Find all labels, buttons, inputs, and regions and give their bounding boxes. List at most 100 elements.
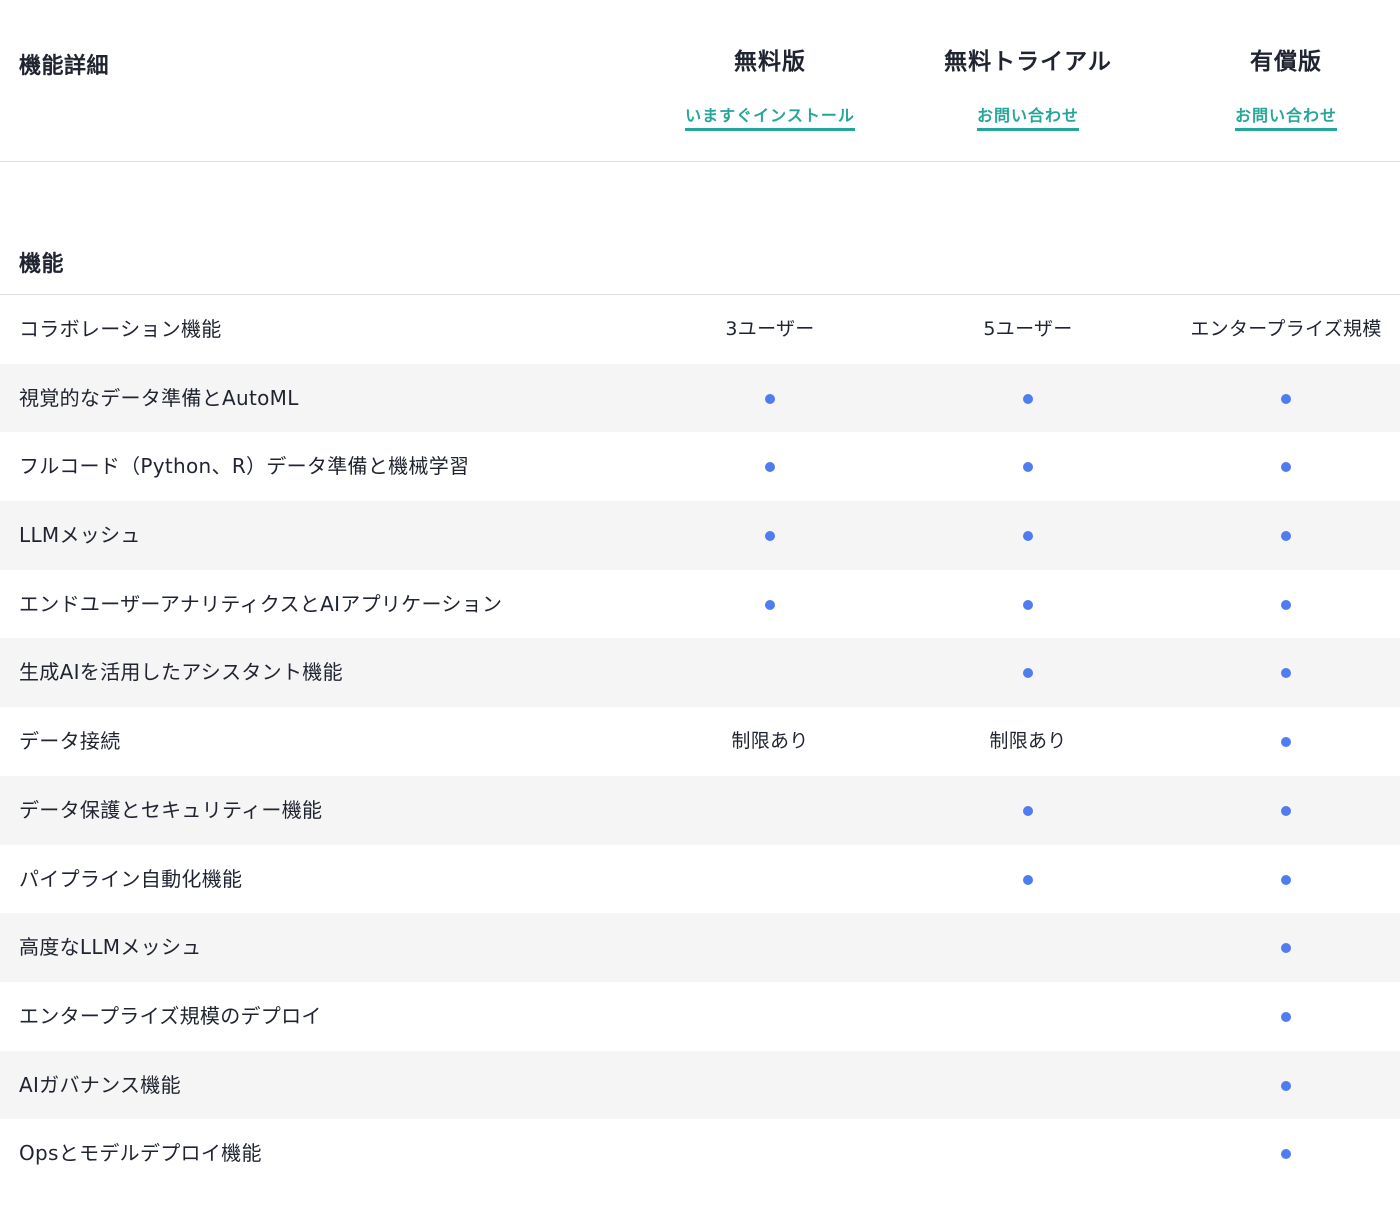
included-dot-icon: [1023, 874, 1033, 885]
feature-cell: [899, 501, 1157, 569]
feature-cell: [1157, 776, 1400, 844]
section-title: 機能: [19, 252, 65, 277]
feature-cell: [899, 776, 1157, 844]
feature-value: 5ユーザー: [983, 317, 1073, 340]
table-row: エンタープライズ規模のデプロイ: [0, 982, 1400, 1051]
table-header: 機能詳細 無料版 いますぐインストール 無料トライアル お問い合わせ 有償版 お…: [0, 0, 1400, 162]
table-row: 視覚的なデータ準備とAutoML: [0, 363, 1400, 433]
table-row: データ保護とセキュリティー機能: [0, 775, 1400, 845]
feature-cell: [1157, 707, 1400, 775]
included-dot-icon: [765, 393, 775, 404]
feature-cell: [899, 364, 1157, 432]
table-row: Opsとモデルデプロイ機能: [0, 1119, 1400, 1188]
feature-cell: [899, 1119, 1157, 1187]
included-dot-icon: [1023, 805, 1033, 816]
contact-link-paid[interactable]: お問い合わせ: [1234, 106, 1337, 131]
feature-cell: [1157, 982, 1400, 1050]
included-dot-icon: [1281, 462, 1291, 473]
included-dot-icon: [1281, 805, 1291, 816]
feature-cell: [1157, 570, 1400, 638]
feature-cell: [1157, 845, 1400, 913]
included-dot-icon: [1023, 531, 1033, 542]
comparison-table: 機能詳細 無料版 いますぐインストール 無料トライアル お問い合わせ 有償版 お…: [0, 0, 1400, 1188]
feature-cell: [899, 638, 1157, 706]
feature-value: 制限あり: [731, 729, 809, 752]
feature-cell: [1157, 501, 1400, 569]
included-dot-icon: [765, 531, 775, 542]
feature-cell: [899, 982, 1157, 1050]
feature-cell: [641, 501, 899, 569]
section-header: 機能: [0, 162, 1400, 295]
feature-cell: [1157, 638, 1400, 706]
feature-cell: [899, 845, 1157, 913]
included-dot-icon: [1281, 943, 1291, 954]
feature-cell: [899, 570, 1157, 638]
table-row: パイプライン自動化機能: [0, 845, 1400, 914]
feature-value: 3ユーザー: [725, 317, 815, 340]
feature-name: フルコード（Python、R）データ準備と機械学習: [19, 454, 470, 479]
feature-cell: [641, 638, 899, 706]
included-dot-icon: [1281, 531, 1291, 542]
feature-cell: [641, 432, 899, 500]
plan-column-trial: 無料トライアル お問い合わせ: [899, 46, 1157, 131]
feature-cell: [899, 913, 1157, 981]
feature-name: LLMメッシュ: [19, 523, 141, 548]
feature-cell: [641, 1051, 899, 1119]
feature-name: 視覚的なデータ準備とAutoML: [19, 385, 299, 410]
feature-name: パイプライン自動化機能: [19, 866, 243, 891]
included-dot-icon: [1281, 1080, 1291, 1091]
plan-name-trial: 無料トライアル: [944, 49, 1112, 75]
feature-name: コラボレーション機能: [19, 317, 222, 341]
table-row: フルコード（Python、R）データ準備と機械学習: [0, 432, 1400, 501]
feature-cell: [899, 432, 1157, 500]
included-dot-icon: [1281, 1149, 1291, 1160]
feature-name: 生成AIを活用したアシスタント機能: [19, 660, 343, 685]
feature-cell: [641, 982, 899, 1050]
feature-cell: 3ユーザー: [641, 295, 899, 363]
table-row: 生成AIを活用したアシスタント機能: [0, 638, 1400, 708]
included-dot-icon: [1023, 462, 1033, 473]
feature-name: 高度なLLMメッシュ: [19, 935, 202, 960]
plan-column-free: 無料版 いますぐインストール: [641, 46, 899, 131]
install-now-link[interactable]: いますぐインストール: [685, 106, 855, 131]
feature-value: 制限あり: [989, 729, 1067, 752]
plan-name-free: 無料版: [734, 49, 806, 75]
included-dot-icon: [1281, 668, 1291, 679]
included-dot-icon: [1281, 599, 1291, 610]
feature-cell: [641, 913, 899, 981]
table-row: コラボレーション機能 3ユーザー 5ユーザー エンタープライズ規模: [0, 295, 1400, 364]
feature-cell: 制限あり: [899, 707, 1157, 775]
feature-cell: [641, 845, 899, 913]
feature-cell: エンタープライズ規模: [1157, 295, 1400, 363]
table-row: データ接続 制限あり 制限あり: [0, 707, 1400, 776]
feature-name: データ接続: [19, 729, 121, 754]
contact-link-trial[interactable]: お問い合わせ: [976, 106, 1079, 131]
included-dot-icon: [1281, 874, 1291, 885]
feature-cell: [1157, 432, 1400, 500]
included-dot-icon: [765, 462, 775, 473]
table-row: AIガバナンス機能: [0, 1050, 1400, 1120]
included-dot-icon: [1281, 1011, 1291, 1022]
feature-name: Opsとモデルデプロイ機能: [19, 1141, 262, 1166]
feature-name: エンドユーザーアナリティクスとAIアプリケーション: [19, 591, 503, 616]
feature-value: エンタープライズ規模: [1190, 317, 1382, 340]
header-title: 機能詳細: [19, 54, 110, 79]
included-dot-icon: [1281, 737, 1291, 748]
feature-cell: 制限あり: [641, 707, 899, 775]
table-row: LLMメッシュ: [0, 501, 1400, 570]
feature-cell: [1157, 364, 1400, 432]
included-dot-icon: [1023, 599, 1033, 610]
included-dot-icon: [1023, 393, 1033, 404]
feature-name: AIガバナンス機能: [19, 1072, 181, 1097]
feature-cell: [641, 776, 899, 844]
table-row: エンドユーザーアナリティクスとAIアプリケーション: [0, 570, 1400, 639]
feature-name: データ保護とセキュリティー機能: [19, 797, 323, 822]
feature-cell: [641, 1119, 899, 1187]
feature-cell: [641, 570, 899, 638]
included-dot-icon: [1281, 393, 1291, 404]
feature-cell: [899, 1051, 1157, 1119]
feature-cell: [1157, 1051, 1400, 1119]
feature-cell: [641, 364, 899, 432]
plan-column-paid: 有償版 お問い合わせ: [1157, 46, 1400, 131]
plan-name-paid: 有償版: [1250, 49, 1322, 75]
